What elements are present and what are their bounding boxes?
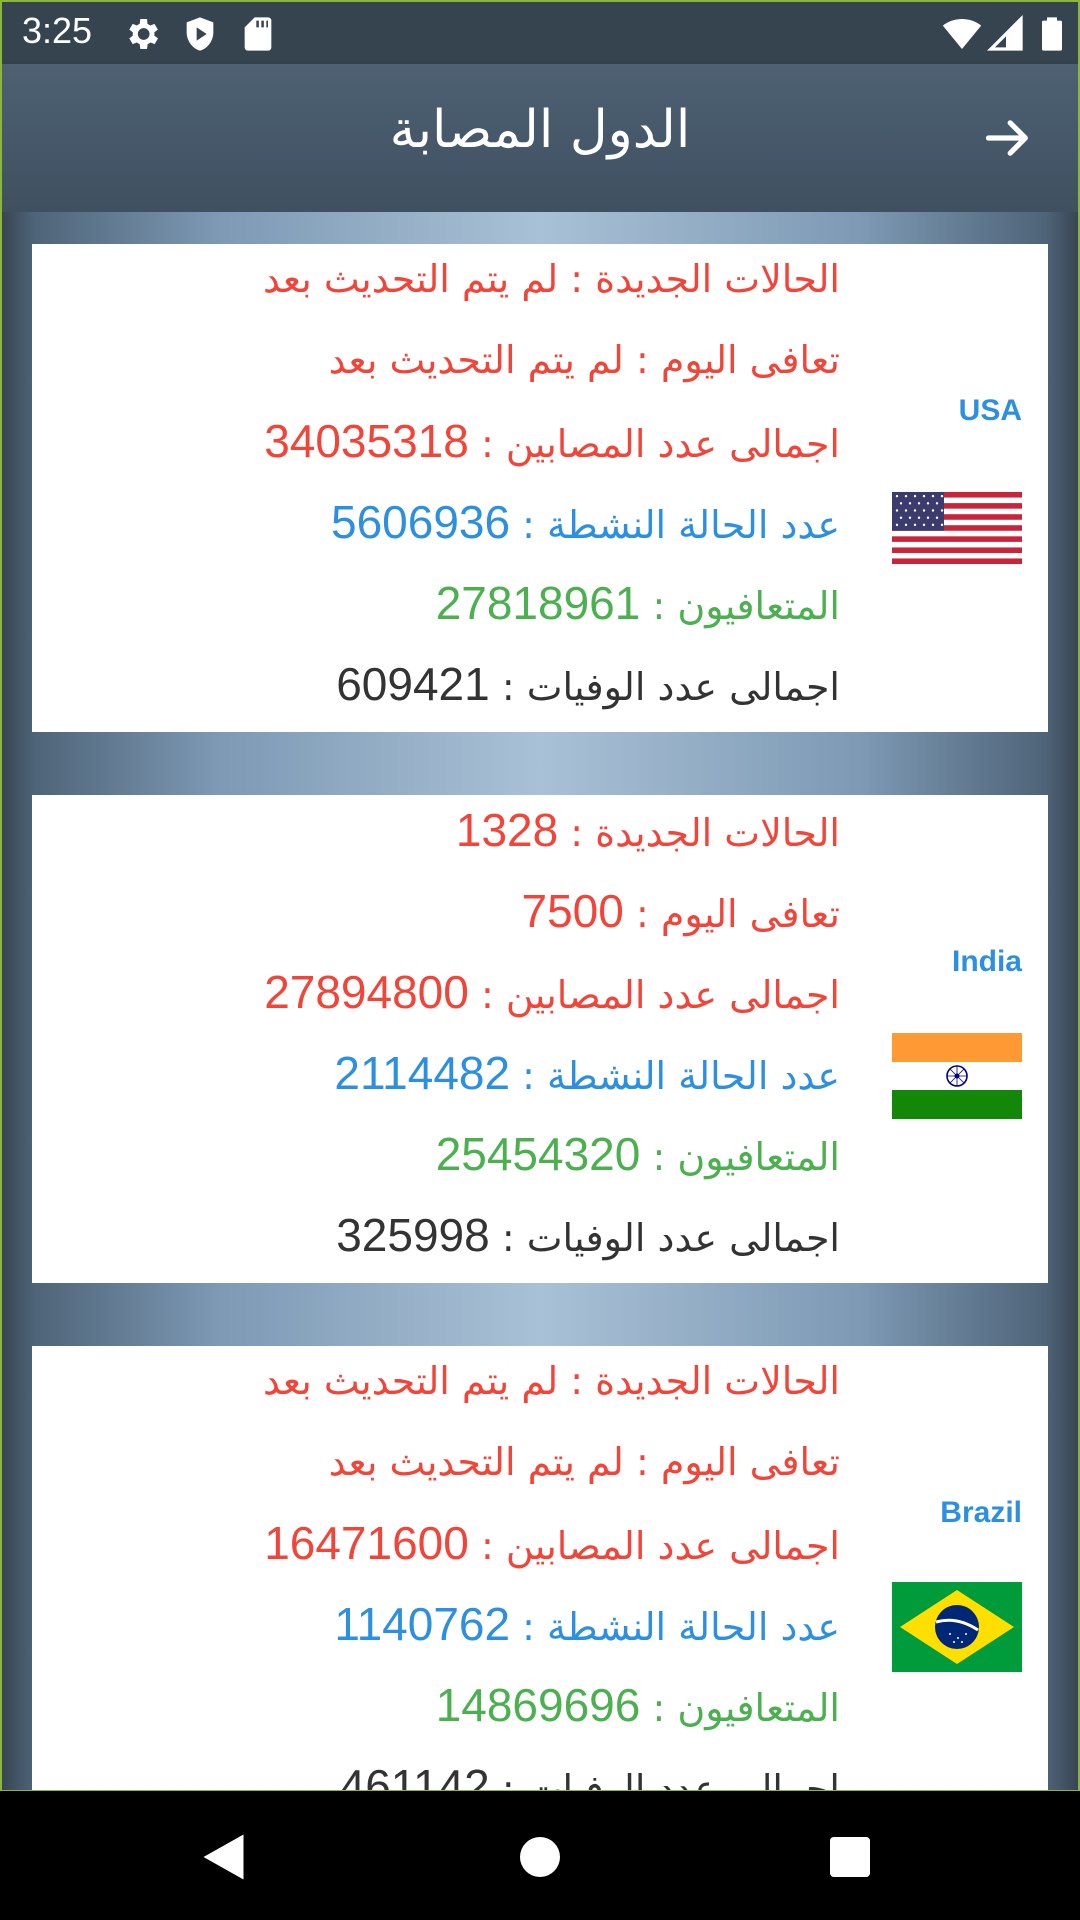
recovered-line: المتعافيون : 27818961: [80, 568, 840, 649]
gear-icon: [129, 19, 158, 49]
recovered-value: 25454320: [435, 1128, 641, 1180]
country-card-brazil[interactable]: الحالات الجديدة : لم يتم التحديث بعد تعا…: [32, 1346, 1048, 1792]
new-cases-line: الحالات الجديدة : لم يتم التحديث بعد: [80, 1346, 840, 1427]
recovered-label: المتعافيون :: [652, 1686, 840, 1730]
total-cases-label: اجمالى عدد المصابين :: [480, 973, 840, 1017]
country-name: USA: [958, 394, 1022, 427]
recovered-today-label: تعافى اليوم :: [635, 338, 840, 382]
back-triangle-icon[interactable]: [196, 1827, 256, 1887]
active-cases-label: عدد الحالة النشطة :: [522, 503, 840, 547]
recovered-today-line: تعافى اليوم : لم يتم التحديث بعد: [80, 325, 840, 406]
total-deaths-line: اجمالى عدد الوفيات : 325998: [80, 1200, 840, 1281]
country-card-india[interactable]: الحالات الجديدة : 1328 تعافى اليوم : 750…: [32, 795, 1048, 1283]
new-cases-value: لم يتم التحديث بعد: [262, 257, 559, 301]
active-cases-value: 1140762: [334, 1598, 511, 1650]
total-deaths-value: 325998: [336, 1209, 490, 1261]
new-cases-line: الحالات الجديدة : 1328: [80, 795, 840, 876]
total-deaths-line: اجمالى عدد الوفيات : 461142: [80, 1751, 840, 1792]
new-cases-value: لم يتم التحديث بعد: [262, 1359, 559, 1403]
shield-icon: [186, 17, 214, 51]
recovered-today-value: لم يتم التحديث بعد: [328, 338, 624, 382]
country-card-usa[interactable]: الحالات الجديدة : لم يتم التحديث بعد تعا…: [32, 244, 1048, 732]
active-cases-value: 5606936: [330, 496, 511, 548]
recovered-today-value: لم يتم التحديث بعد: [328, 1440, 624, 1484]
active-cases-label: عدد الحالة النشطة :: [522, 1054, 840, 1098]
battery-icon: [1042, 17, 1062, 51]
active-cases-value: 2114482: [334, 1047, 511, 1099]
new-cases-label: الحالات الجديدة :: [570, 257, 840, 301]
total-cases-line: اجمالى عدد المصابين : 16471600: [80, 1508, 840, 1589]
recovered-today-label: تعافى اليوم :: [635, 892, 840, 936]
navigation-bar: [0, 1791, 1080, 1920]
status-bar: 3:25: [2, 2, 1078, 64]
recovered-today-value: 7500: [521, 885, 624, 937]
active-cases-line: عدد الحالة النشطة : 1140762: [80, 1589, 840, 1670]
page-title: الدول المصابة: [389, 100, 691, 160]
total-cases-value: 16471600: [264, 1517, 469, 1569]
country-name: Brazil: [940, 1496, 1022, 1529]
recovered-line: المتعافيون : 25454320: [80, 1119, 840, 1200]
active-cases-label: عدد الحالة النشطة :: [522, 1605, 840, 1649]
arrow-forward-icon[interactable]: [982, 112, 1034, 164]
new-cases-line: الحالات الجديدة : لم يتم التحديث بعد: [80, 244, 840, 325]
app-bar: الدول المصابة: [2, 64, 1078, 212]
brazil-flag-icon: [892, 1582, 1022, 1672]
recovered-label: المتعافيون :: [652, 584, 840, 628]
total-deaths-line: اجمالى عدد الوفيات : 609421: [80, 649, 840, 730]
country-list[interactable]: الحالات الجديدة : لم يتم التحديث بعد تعا…: [2, 212, 1078, 1792]
recovered-line: المتعافيون : 14869696: [80, 1670, 840, 1751]
active-cases-line: عدد الحالة النشطة : 5606936: [80, 487, 840, 568]
home-circle-icon[interactable]: [510, 1827, 570, 1887]
total-cases-line: اجمالى عدد المصابين : 27894800: [80, 957, 840, 1038]
country-name: India: [951, 945, 1022, 978]
recovered-today-label: تعافى اليوم :: [635, 1440, 840, 1484]
active-cases-line: عدد الحالة النشطة : 2114482: [80, 1038, 840, 1119]
status-time: 3:25: [22, 10, 93, 51]
new-cases-label: الحالات الجديدة :: [570, 811, 840, 855]
total-cases-value: 34035318: [264, 415, 469, 467]
total-cases-label: اجمالى عدد المصابين :: [480, 1524, 840, 1568]
recovered-value: 14869696: [435, 1679, 641, 1731]
wifi-icon: [942, 19, 982, 49]
total-deaths-label: اجمالى عدد الوفيات :: [501, 1216, 840, 1260]
total-cases-value: 27894800: [264, 966, 469, 1018]
total-deaths-label: اجمالى عدد الوفيات :: [501, 1767, 840, 1792]
signal-icon: [986, 14, 1023, 51]
recovered-today-line: تعافى اليوم : 7500: [80, 876, 840, 957]
total-deaths-value: 609421: [336, 658, 490, 710]
new-cases-value: 1328: [455, 804, 559, 856]
usa-flag-icon: [892, 492, 1022, 564]
total-cases-label: اجمالى عدد المصابين :: [480, 422, 840, 466]
total-deaths-value: 461142: [339, 1760, 490, 1792]
app-frame: 3:25 الدول المصابة الحالات الجديدة: لم …: [0, 0, 1080, 1793]
recovered-label: المتعافيون :: [652, 1135, 840, 1179]
total-deaths-label: اجمالى عدد الوفيات :: [501, 665, 840, 709]
recovered-value: 27818961: [435, 577, 641, 629]
recents-square-icon[interactable]: [820, 1827, 880, 1887]
india-flag-icon: [892, 1033, 1022, 1119]
total-cases-line: اجمالى عدد المصابين : 34035318: [80, 406, 840, 487]
sd-card-icon: [244, 17, 272, 51]
recovered-today-line: تعافى اليوم : لم يتم التحديث بعد: [80, 1427, 840, 1508]
new-cases-label: الحالات الجديدة :: [570, 1359, 840, 1403]
